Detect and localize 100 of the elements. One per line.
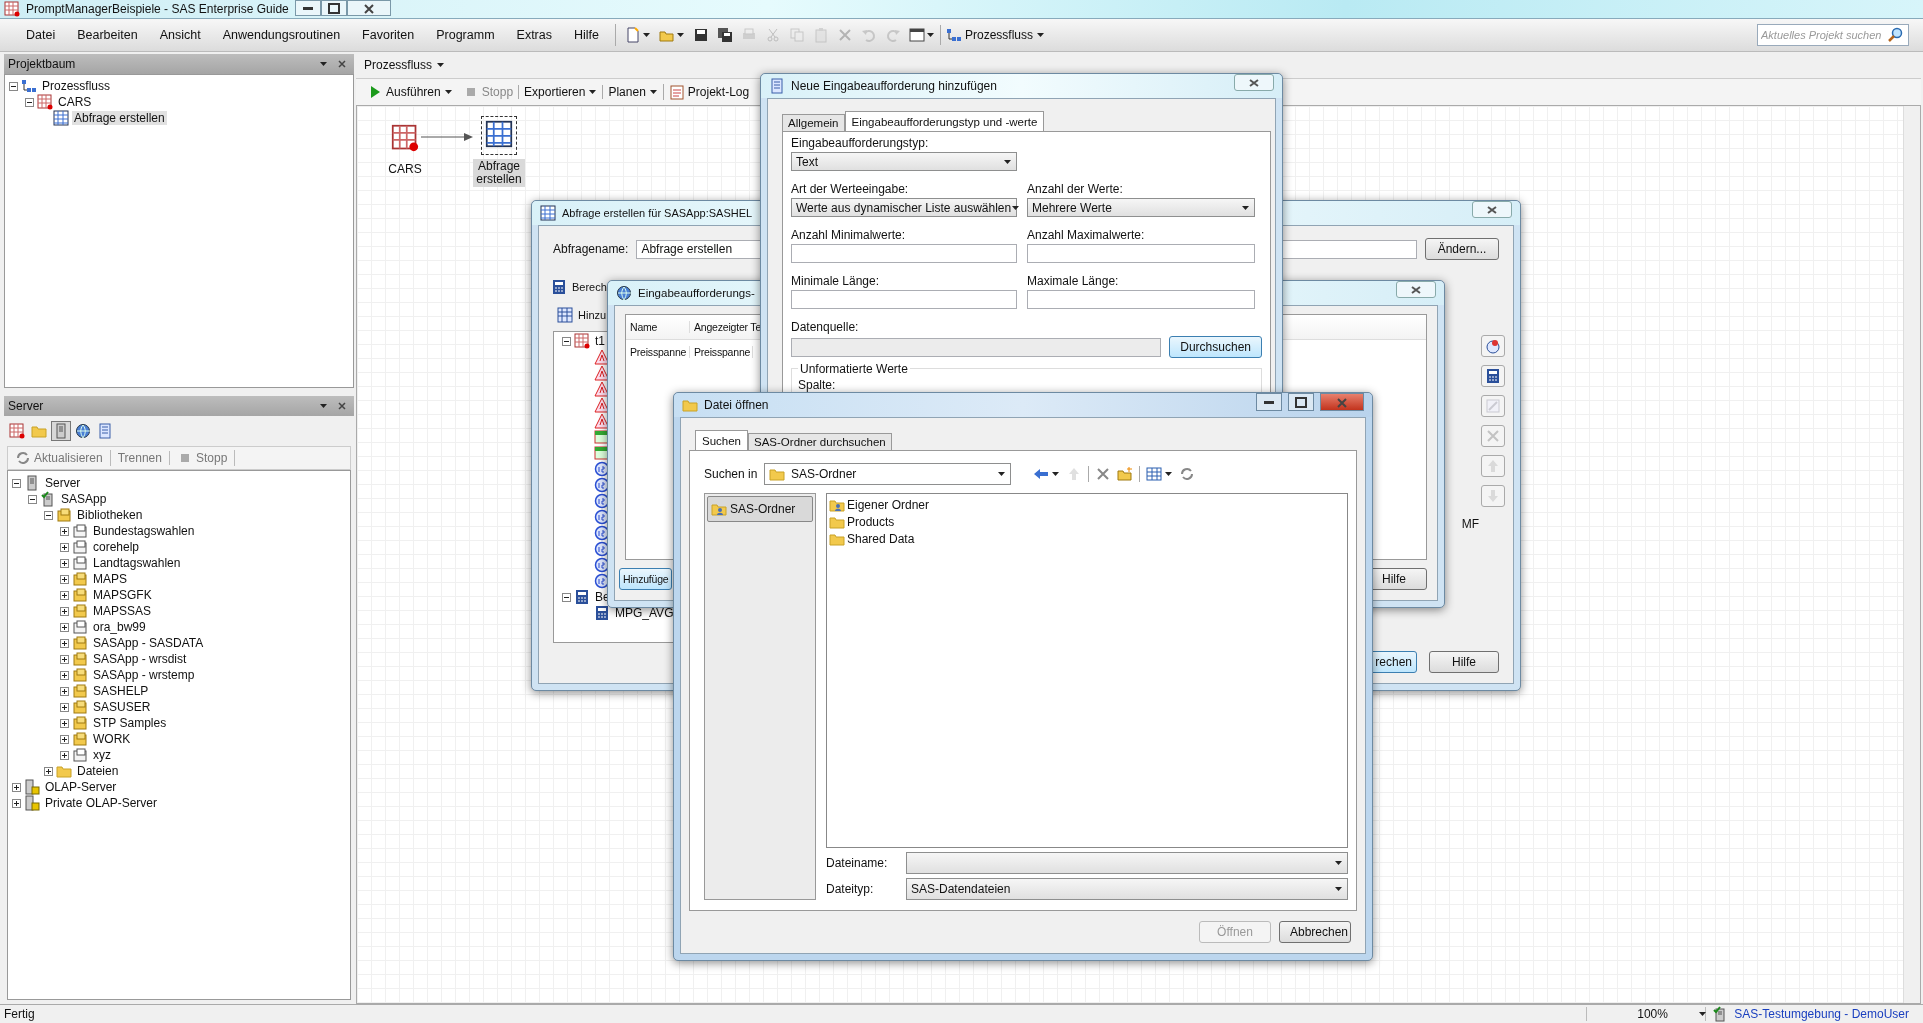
collapse-icon[interactable] <box>44 510 53 520</box>
expand-icon[interactable] <box>60 750 69 760</box>
tree-item[interactable]: WORK <box>91 732 133 746</box>
minimize-button[interactable] <box>294 0 321 16</box>
collapse-icon[interactable] <box>9 81 18 91</box>
menu-item[interactable]: Favoriten <box>352 28 425 42</box>
toolbar-button[interactable]: Ausführen <box>362 84 458 100</box>
dialog-button[interactable]: Hinzufüge <box>619 568 673 590</box>
menu-item[interactable]: Ansicht <box>149 28 211 42</box>
maximize-button[interactable] <box>320 0 347 16</box>
views-button[interactable] <box>1146 466 1173 482</box>
combo-field[interactable] <box>906 852 1348 874</box>
minimize-button[interactable] <box>1256 393 1282 411</box>
tab[interactable]: Eingabeaufforderungstyp und -werte <box>844 111 1045 131</box>
tree-item[interactable]: CARS <box>56 95 94 109</box>
tree-item[interactable]: Landtagswahlen <box>91 556 183 570</box>
tree-item[interactable]: t1 <box>593 334 607 348</box>
tree-item[interactable]: SASUSER <box>91 700 153 714</box>
dropdown[interactable]: Werte aus dynamischer Liste auswählen <box>791 198 1017 217</box>
tab[interactable]: Allgemein <box>782 114 845 131</box>
menu-item[interactable]: Bearbeiten <box>67 28 148 42</box>
collapse-icon[interactable] <box>28 494 37 504</box>
expand-icon[interactable] <box>44 766 53 776</box>
zoom-dropdown[interactable]: 100% <box>1586 1007 1707 1021</box>
tree-item[interactable]: SASApp - SASDATA <box>91 636 206 650</box>
expand-icon[interactable] <box>60 686 69 696</box>
dropdown[interactable]: Text <box>791 152 1017 171</box>
menu-item[interactable]: Programm <box>426 28 505 42</box>
tree-item[interactable]: Prozessfluss <box>40 79 113 93</box>
file-item[interactable]: Shared Data <box>847 531 915 546</box>
expand-icon[interactable] <box>60 526 69 536</box>
menu-item[interactable]: Datei <box>16 28 66 42</box>
input-field[interactable] <box>791 244 1017 263</box>
expand-icon[interactable] <box>60 606 69 616</box>
close-button[interactable] <box>1234 74 1274 91</box>
prompt-button[interactable] <box>1481 335 1505 357</box>
dialog-button[interactable]: Abbrechen <box>1279 921 1351 943</box>
node-icon[interactable] <box>481 116 517 155</box>
collapse-icon[interactable] <box>25 97 34 107</box>
tree-item[interactable]: MAPS <box>91 572 129 586</box>
data-button[interactable] <box>7 421 27 441</box>
change-button[interactable]: Ändern... <box>1425 238 1499 260</box>
tree-item[interactable]: Dateien <box>75 764 121 778</box>
expand-icon[interactable] <box>12 798 21 808</box>
column-header[interactable]: Name <box>626 321 690 333</box>
collapse-icon[interactable] <box>12 478 21 488</box>
tree-item[interactable]: MAPSSAS <box>91 604 154 618</box>
maximize-button[interactable] <box>1288 393 1314 411</box>
search-field[interactable]: Aktuelles Projekt suchen <box>1757 24 1909 46</box>
flow-tab[interactable]: Prozessfluss <box>360 58 450 72</box>
tree-item[interactable]: Bibliotheken <box>75 508 145 522</box>
tree-item[interactable]: corehelp <box>91 540 142 554</box>
tree-item[interactable]: ora_bw99 <box>91 620 148 634</box>
tree-item[interactable]: Private OLAP-Server <box>43 796 160 810</box>
expand-icon[interactable] <box>12 782 21 792</box>
refresh-button[interactable] <box>1179 466 1195 482</box>
dropdown[interactable]: Mehrere Werte <box>1027 198 1255 217</box>
delete-button[interactable] <box>1095 466 1111 482</box>
input-field[interactable] <box>1027 290 1255 309</box>
close-button[interactable] <box>346 0 391 16</box>
tab[interactable]: Suchen <box>695 430 748 450</box>
dropdown[interactable]: SAS-Ordner <box>764 463 1011 485</box>
expand-icon[interactable] <box>60 590 69 600</box>
expand-icon[interactable] <box>60 702 69 712</box>
input-field[interactable] <box>1027 244 1255 263</box>
expand-icon[interactable] <box>60 622 69 632</box>
toolbar-button[interactable]: Projekt-Log <box>662 84 755 100</box>
expand-icon[interactable] <box>60 558 69 568</box>
close-button[interactable] <box>1396 281 1436 298</box>
expand-icon[interactable] <box>60 638 69 648</box>
expand-icon[interactable] <box>60 574 69 584</box>
dropdown[interactable]: SAS-Datendateien <box>906 878 1348 900</box>
close-button[interactable] <box>1472 201 1512 218</box>
toolbar-button[interactable]: Planen <box>602 85 663 99</box>
tree-item[interactable]: xyz <box>91 748 113 762</box>
tree-item[interactable]: Bundestagswahlen <box>91 524 197 538</box>
flow-button[interactable]: Prozessfluss <box>940 25 1049 45</box>
file-item[interactable]: Eigener Ordner <box>847 497 930 512</box>
menu-item[interactable]: Hilfe <box>564 28 609 42</box>
tree-item[interactable]: MPG_AVG <box>613 606 676 620</box>
tab[interactable]: SAS-Ordner durchsuchen <box>748 433 892 450</box>
tree-item[interactable]: STP Samples <box>91 716 169 730</box>
tree-item[interactable]: SASHELP <box>91 684 151 698</box>
expand-icon[interactable] <box>60 718 69 728</box>
globe-button[interactable] <box>73 421 93 441</box>
dialog-button[interactable]: Hilfe <box>1429 651 1499 673</box>
back-button[interactable] <box>1033 466 1060 482</box>
expand-icon[interactable] <box>60 734 69 744</box>
place-item[interactable]: SAS-Ordner <box>707 496 813 522</box>
tree-item[interactable]: MAPSGFK <box>91 588 154 602</box>
tree-item[interactable]: OLAP-Server <box>43 780 119 794</box>
expand-icon[interactable] <box>60 654 69 664</box>
tree-item[interactable]: Abfrage erstellen <box>72 111 167 125</box>
expand-icon[interactable] <box>60 670 69 680</box>
input-field[interactable] <box>791 290 1017 309</box>
expand-icon[interactable] <box>60 542 69 552</box>
tree-item[interactable]: SASApp - wrsdist <box>91 652 189 666</box>
file-item[interactable]: Products <box>847 514 895 529</box>
calc-button[interactable] <box>1481 365 1505 387</box>
toolbar-button[interactable]: Exportieren <box>518 85 603 99</box>
